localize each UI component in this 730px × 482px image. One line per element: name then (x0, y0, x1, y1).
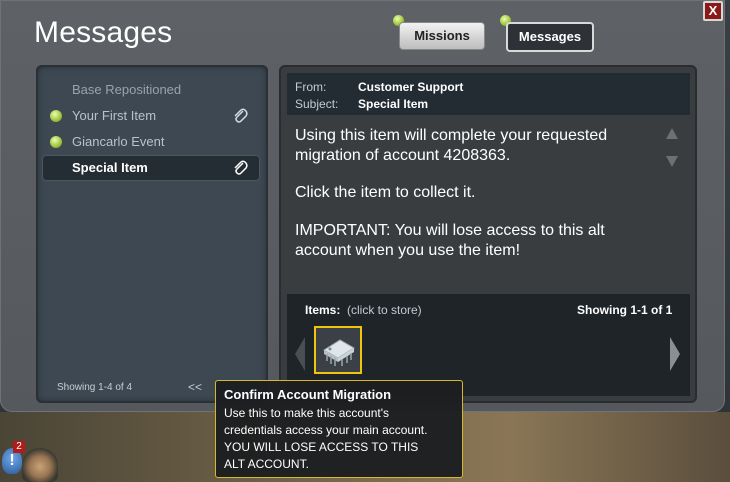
subject-label: Subject: (295, 97, 339, 111)
scroll-down-icon[interactable] (666, 156, 678, 167)
microchip-icon (323, 339, 355, 366)
message-subject: Your First Item (72, 108, 157, 123)
tab-messages[interactable]: Messages (506, 22, 594, 52)
collapse-list-button[interactable]: << (188, 380, 202, 394)
message-header (287, 73, 690, 115)
tooltip-line: Use this to make this account's (224, 406, 390, 420)
tooltip-line: credentials access your main account. (224, 423, 428, 437)
scroll-up-icon[interactable] (666, 128, 678, 139)
tooltip-title: Confirm Account Migration (224, 387, 392, 402)
message-list-item[interactable]: Your First Item (42, 103, 260, 129)
message-body-line: Using this item will complete your reque… (295, 127, 608, 144)
message-list-item-selected[interactable]: Special Item (42, 155, 260, 181)
items-prev-icon[interactable] (295, 337, 305, 371)
paperclip-icon (234, 160, 248, 175)
from-label: From: (295, 80, 327, 94)
message-subject: Giancarlo Event (72, 134, 165, 149)
message-list-count: Showing 1-4 of 4 (57, 382, 133, 393)
message-subject: Special Item (72, 160, 148, 175)
items-next-icon[interactable] (670, 337, 680, 371)
page-title: Messages (34, 16, 173, 49)
unread-dot-icon (50, 110, 62, 122)
from-value: Customer Support (358, 80, 464, 94)
items-count: Showing 1-1 of 1 (577, 303, 673, 317)
message-list-item[interactable]: Giancarlo Event (42, 129, 260, 155)
tab-missions[interactable]: Missions (399, 22, 485, 50)
item-slot[interactable] (314, 326, 362, 374)
message-body-line: IMPORTANT: You will lose access to this … (295, 222, 605, 239)
message-list-item[interactable]: Base Repositioned (42, 77, 260, 103)
tooltip-line: ALT ACCOUNT. (224, 457, 309, 471)
subject-value: Special Item (358, 97, 429, 111)
items-label: Items: (305, 303, 341, 317)
close-button[interactable]: X (703, 1, 723, 21)
unread-dot-icon (50, 136, 62, 148)
items-hint: (click to store) (347, 303, 422, 317)
avatar[interactable] (22, 448, 58, 482)
message-body-line: account when you use the item! (295, 242, 521, 259)
message-body-line: Click the item to collect it. (295, 184, 476, 201)
message-body-line: migration of account 4208363. (295, 147, 511, 164)
paperclip-icon (234, 108, 248, 123)
message-subject: Base Repositioned (72, 82, 182, 97)
tooltip-line: YOU WILL LOSE ACCESS TO THIS (224, 440, 419, 454)
alert-count-badge: 2 (13, 441, 25, 453)
